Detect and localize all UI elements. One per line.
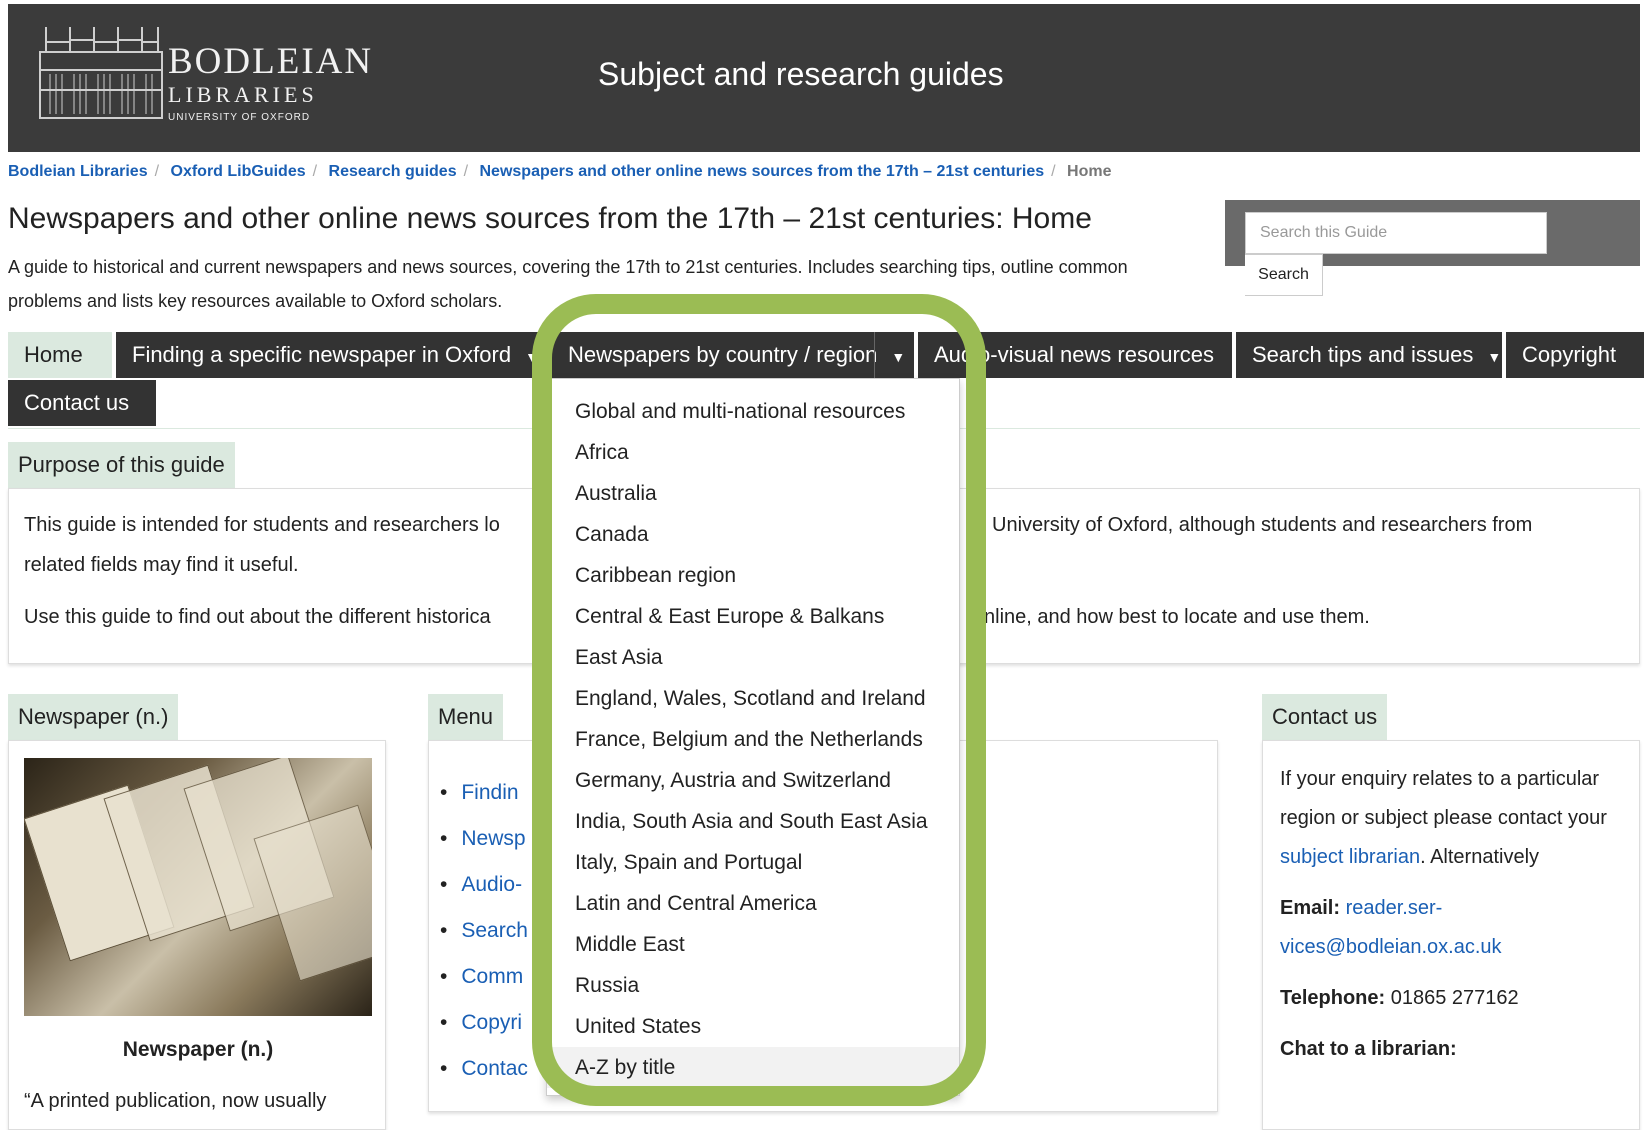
dropdown-item-a-z[interactable]: A-Z by title	[547, 1047, 959, 1088]
purpose-line1b: University of Oxford, although students …	[992, 514, 1533, 536]
purpose-line1a: This guide is intended for students and …	[24, 514, 500, 536]
tab-label: Contact us	[24, 390, 130, 415]
subject-librarian-link[interactable]: subject librarian	[1280, 846, 1420, 868]
breadcrumb-sep: /	[154, 163, 160, 180]
chevron-down-icon[interactable]: ▼	[1487, 349, 1501, 365]
dropdown-item-australia[interactable]: Australia	[547, 473, 959, 514]
breadcrumb-sep: /	[463, 163, 469, 180]
tab-label: Search tips and issues	[1252, 342, 1474, 367]
menu-title: Menu	[428, 694, 504, 740]
chat-label: Chat to a librarian:	[1280, 1038, 1457, 1060]
bodleian-logo-icon[interactable]	[36, 22, 166, 122]
tab-label: Home	[24, 342, 83, 367]
tab-copyright[interactable]: Copyright	[1506, 332, 1644, 378]
purpose-line2b: nline, and how best to locate and use th…	[984, 606, 1370, 628]
chevron-down-icon[interactable]: ▼	[525, 349, 539, 365]
header-title[interactable]: Subject and research guides	[598, 56, 1004, 93]
dropdown-item-middle-east[interactable]: Middle East	[547, 924, 959, 965]
dropdown-item-latin-america[interactable]: Latin and Central America	[547, 883, 959, 924]
tab-newspapers-by-country[interactable]: Newspapers by country / region ▼	[552, 332, 914, 378]
tab-contact-us[interactable]: Contact us	[8, 380, 156, 426]
breadcrumb-sep: /	[312, 163, 318, 180]
dropdown-item-canada[interactable]: Canada	[547, 514, 959, 555]
dropdown-item-east-asia[interactable]: East Asia	[547, 637, 959, 678]
tab-label: Finding a specific newspaper in Oxford	[132, 342, 512, 367]
guide-search: Search this Guide Search	[1225, 200, 1640, 296]
brand-line2: LIBRARIES	[168, 82, 318, 107]
dropdown-item-india-south-asia[interactable]: India, South Asia and South East Asia	[547, 801, 959, 842]
search-button[interactable]: Search	[1245, 254, 1323, 296]
brand-wordmark[interactable]: BODLEIAN LIBRARIES UNIVERSITY OF OXFORD	[168, 41, 374, 123]
breadcrumb-guide[interactable]: Newspapers and other online news sources…	[480, 163, 1045, 180]
breadcrumb-current: Home	[1067, 163, 1112, 180]
newspaper-caption: Newspaper (n.)	[122, 1038, 274, 1061]
contact-text: If your enquiry relates to a particular …	[1280, 768, 1607, 829]
tab-label: Audio-visual news resources	[934, 342, 1215, 367]
dropdown-item-italy-spain-portugal[interactable]: Italy, Spain and Portugal	[547, 842, 959, 883]
page-title: Newspapers and other online news sources…	[8, 202, 1092, 235]
chevron-down-icon[interactable]: ▼	[891, 349, 905, 365]
purpose-title: Purpose of this guide	[8, 442, 235, 488]
newspaper-quote: “A printed publication, now usually	[24, 1090, 327, 1112]
brand-line1: BODLEIAN	[168, 41, 374, 82]
newspaper-rack-image	[24, 758, 372, 1016]
menu-item[interactable]: Findin	[440, 770, 528, 816]
dropdown-item-africa[interactable]: Africa	[547, 432, 959, 473]
breadcrumb-sep: /	[1051, 163, 1056, 180]
dropdown-item-global[interactable]: Global and multi-national resources	[547, 391, 959, 432]
menu-item[interactable]: Newsp	[440, 816, 528, 862]
brand-line3: UNIVERSITY OF OXFORD	[168, 112, 311, 123]
page-description: A guide to historical and current newspa…	[8, 257, 1128, 311]
dropdown-item-united-states[interactable]: United States	[547, 1006, 959, 1047]
breadcrumb-libguides[interactable]: Oxford LibGuides	[171, 163, 306, 180]
search-input[interactable]: Search this Guide	[1245, 212, 1547, 254]
newspaper-title: Newspaper (n.)	[8, 694, 179, 740]
tab-label: Newspapers by country / region	[568, 342, 878, 367]
email-label: Email:	[1280, 897, 1341, 919]
phone-label: Telephone:	[1280, 987, 1386, 1009]
tab-finding-newspaper[interactable]: Finding a specific newspaper in Oxford ▼	[116, 332, 548, 378]
contact-body: If your enquiry relates to a particular …	[1280, 760, 1620, 1069]
purpose-line1c: related fields may find it useful.	[24, 554, 299, 576]
dropdown-item-russia[interactable]: Russia	[547, 965, 959, 1006]
menu-item[interactable]: Audio-	[440, 862, 528, 908]
breadcrumb-bodleian[interactable]: Bodleian Libraries	[8, 163, 148, 180]
dropdown-item-central-east-europe[interactable]: Central & East Europe & Balkans	[547, 596, 959, 637]
phone-number: 01865 277162	[1390, 987, 1519, 1009]
tab-audio-visual[interactable]: Audio-visual news resources	[918, 332, 1232, 378]
purpose-line2a: Use this guide to find out about the dif…	[24, 606, 491, 628]
tab-search-tips[interactable]: Search tips and issues ▼	[1236, 332, 1502, 378]
tab-caret-divider	[874, 332, 875, 378]
contact-title: Contact us	[1262, 694, 1388, 740]
dropdown-item-france-benelux[interactable]: France, Belgium and the Netherlands	[547, 719, 959, 760]
contact-phone: Telephone: 01865 277162	[1280, 979, 1620, 1018]
contact-text: . Alternatively	[1420, 846, 1540, 868]
tab-home[interactable]: Home	[8, 332, 112, 378]
menu-item[interactable]: Copyri	[440, 1000, 528, 1046]
tab-label: Copyright	[1522, 342, 1617, 367]
breadcrumb: Bodleian Libraries / Oxford LibGuides / Re…	[8, 163, 1111, 181]
menu-item[interactable]: Contac	[440, 1046, 528, 1092]
breadcrumb-research-guides[interactable]: Research guides	[329, 163, 457, 180]
country-region-dropdown: Global and multi-national resources Afri…	[546, 378, 960, 1096]
site-header: BODLEIAN LIBRARIES UNIVERSITY OF OXFORD …	[8, 4, 1640, 152]
dropdown-item-uk-ireland[interactable]: England, Wales, Scotland and Ireland	[547, 678, 959, 719]
dropdown-item-caribbean[interactable]: Caribbean region	[547, 555, 959, 596]
menu-list: Findin Newsp Audio- Search Comm Copyri C…	[440, 770, 528, 1092]
menu-item[interactable]: Search	[440, 908, 528, 954]
contact-email: Email: reader.ser-vices@bodleian.ox.ac.u…	[1280, 889, 1620, 967]
contact-chat: Chat to a librarian:	[1280, 1030, 1620, 1069]
menu-item[interactable]: Comm	[440, 954, 528, 1000]
dropdown-item-germany-austria-switzerland[interactable]: Germany, Austria and Switzerland	[547, 760, 959, 801]
